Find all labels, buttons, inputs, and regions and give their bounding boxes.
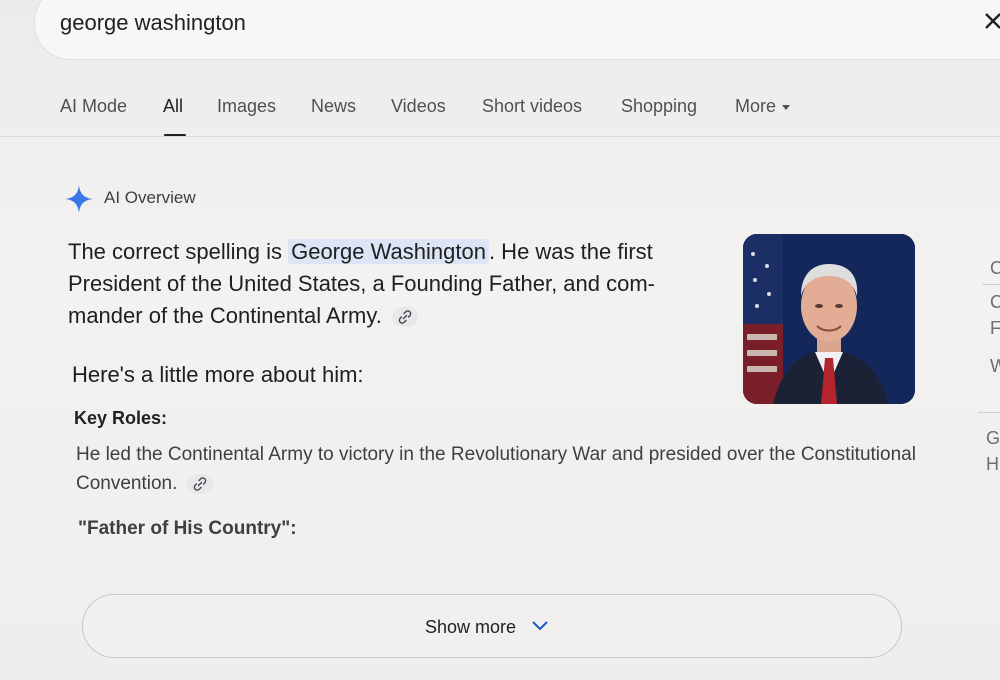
key-roles-heading: Key Roles: (74, 408, 168, 428)
overview-lead: The correct spelling is George Washingto… (68, 236, 728, 332)
link-icon[interactable] (187, 473, 214, 494)
link-icon[interactable] (391, 307, 418, 328)
tab-more-label: More (735, 96, 777, 116)
close-icon[interactable] (980, 6, 1000, 36)
ai-overview-label: AI Overview (104, 188, 196, 207)
right-letter: C (990, 292, 1000, 312)
fade-overlay (0, 540, 960, 600)
tabs-divider (0, 136, 1000, 137)
right-letter: H (986, 454, 999, 474)
tab-all[interactable]: All (163, 96, 183, 117)
show-more-label: Show more (425, 617, 517, 637)
search-tabs: AI Mode All Images News Videos Short vid… (0, 88, 1000, 136)
divider (982, 284, 1000, 285)
caret-down-icon (782, 104, 791, 110)
tab-ai-mode[interactable]: AI Mode (60, 96, 127, 117)
key-roles-body: He led the Continental Army to victory i… (76, 440, 916, 498)
tab-videos[interactable]: Videos (391, 96, 446, 117)
right-letter: C (990, 258, 1000, 278)
more-about-text: Here's a little more about him: (72, 362, 364, 387)
portrait-image[interactable] (743, 234, 915, 404)
tab-short-videos[interactable]: Short videos (482, 96, 582, 117)
search-input[interactable]: george washington (60, 10, 246, 36)
tab-shopping[interactable]: Shopping (621, 96, 697, 117)
right-letter: G (986, 428, 1000, 448)
chevron-down-icon (532, 621, 548, 631)
show-more-button[interactable]: Show more (82, 594, 902, 658)
tab-more[interactable]: More (735, 96, 791, 117)
father-heading: "Father of His Country": (78, 518, 297, 539)
right-letter: F (990, 318, 1000, 338)
lead-highlight: George Washington (288, 239, 489, 264)
tab-images[interactable]: Images (217, 96, 276, 117)
sparkle-icon (64, 184, 94, 214)
divider (978, 412, 1000, 413)
right-letter: W (990, 356, 1000, 376)
lead-prefix: The correct spelling is (68, 239, 289, 264)
tab-news[interactable]: News (311, 96, 356, 117)
